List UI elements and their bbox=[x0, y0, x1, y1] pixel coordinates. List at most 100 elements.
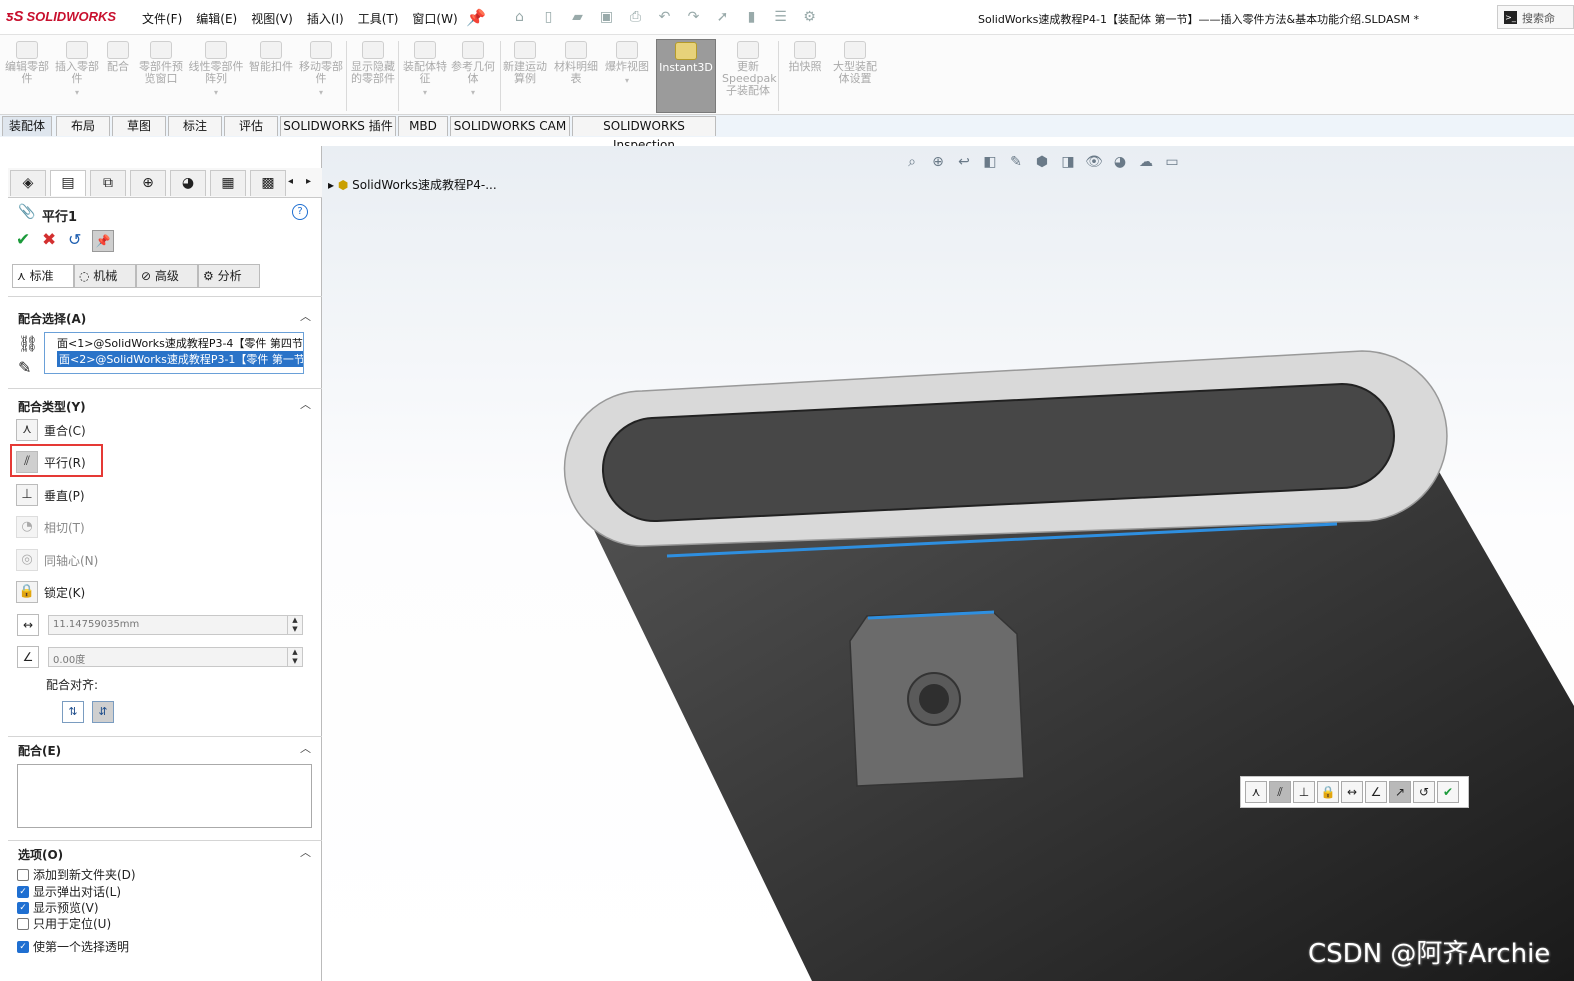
smart-fasteners-button[interactable]: 智能扣件 bbox=[248, 39, 294, 113]
tab-assembly[interactable]: 装配体 bbox=[2, 116, 52, 136]
open-file-icon[interactable]: ▰ bbox=[566, 8, 589, 26]
undo-icon[interactable]: ↺ bbox=[1413, 781, 1435, 803]
menu-tools[interactable]: 工具(T) bbox=[358, 10, 399, 27]
tab-solidworks-cam[interactable]: SOLIDWORKS CAM bbox=[450, 116, 570, 136]
feature-manager-tab[interactable]: ◈ bbox=[10, 170, 46, 196]
chevron-left-icon[interactable]: ◂ bbox=[288, 176, 293, 187]
perpendicular-icon[interactable]: ⊥ bbox=[1293, 781, 1315, 803]
rebuild-icon[interactable]: ▮ bbox=[740, 8, 763, 26]
tab-solidworks-inspection[interactable]: SOLIDWORKS Inspection bbox=[572, 116, 716, 152]
subtab-analysis[interactable]: ⚙ 分析 bbox=[198, 264, 260, 288]
angle-icon[interactable]: ∠ bbox=[1365, 781, 1387, 803]
redo-icon[interactable]: ↷ bbox=[682, 8, 705, 26]
collapse-chevron-icon[interactable]: ︿ bbox=[300, 740, 311, 756]
collapse-chevron-icon[interactable]: ︿ bbox=[300, 844, 311, 860]
selection-item-face2[interactable]: 面<2>@SolidWorks速成教程P3-1【零件 第一节】 bbox=[57, 351, 303, 367]
move-component-button[interactable]: 移动零部件 ▾ bbox=[298, 39, 344, 113]
subtab-standard[interactable]: ⋏ 标准 bbox=[12, 264, 74, 288]
cancel-x-icon[interactable]: ✖ bbox=[42, 230, 56, 250]
subtab-mechanical[interactable]: ◌ 机械 bbox=[74, 264, 136, 288]
bill-of-materials-button[interactable]: 材料明细表 bbox=[553, 39, 599, 113]
update-speedpak-button[interactable]: 更新Speedpak子装配体 bbox=[722, 39, 777, 113]
lock-icon[interactable]: 🔒 bbox=[1317, 781, 1339, 803]
subtab-advanced[interactable]: ⊘ 高级 bbox=[136, 264, 198, 288]
new-motion-study-button[interactable]: 新建运动算例 bbox=[502, 39, 548, 113]
component-preview-button[interactable]: 零部件预览窗口 bbox=[138, 39, 184, 113]
large-assembly-settings-button[interactable]: 大型装配体设置 bbox=[832, 39, 878, 113]
new-file-icon[interactable]: ▯ bbox=[537, 8, 560, 26]
inspection-tab[interactable]: ▩ bbox=[250, 170, 286, 196]
angle-mate-icon[interactable]: ∠ bbox=[17, 646, 39, 668]
save-icon[interactable]: ▣ bbox=[595, 8, 618, 26]
property-manager-tab[interactable]: ▤ bbox=[50, 170, 86, 196]
collapse-chevron-icon[interactable]: ︿ bbox=[300, 308, 311, 324]
insert-component-button[interactable]: 插入零部件 ▾ bbox=[54, 39, 100, 113]
mate-type-tangent[interactable]: ◔ 相切(T) bbox=[16, 515, 85, 539]
cam-tab[interactable]: ▦ bbox=[210, 170, 246, 196]
select-icon[interactable]: ➚ bbox=[711, 8, 734, 26]
instant3d-button[interactable]: Instant3D bbox=[656, 39, 716, 113]
menu-file[interactable]: 文件(F) bbox=[142, 10, 182, 27]
parallel-icon[interactable]: ⫽ bbox=[1269, 781, 1291, 803]
angle-input[interactable]: 0.00度 ▲ ▼ bbox=[48, 647, 303, 667]
chevron-right-icon[interactable]: ▸ bbox=[306, 176, 311, 187]
option-show-preview[interactable]: ✓ 显示预览(V) bbox=[17, 899, 99, 916]
show-hidden-components-button[interactable]: 显示隐藏的零部件 bbox=[350, 39, 396, 113]
tab-annotation[interactable]: 标注 bbox=[168, 116, 222, 136]
angle-spinner[interactable]: ▲ ▼ bbox=[287, 648, 302, 666]
reference-geometry-button[interactable]: 参考几何体 ▾ bbox=[450, 39, 496, 113]
dimxpert-tab[interactable]: ⊕ bbox=[130, 170, 166, 196]
distance-spinner[interactable]: ▲ ▼ bbox=[287, 616, 302, 634]
options-gear-icon[interactable]: ⚙ bbox=[798, 8, 821, 26]
tab-evaluate[interactable]: 评估 bbox=[224, 116, 278, 136]
file-properties-icon[interactable]: ☰ bbox=[769, 8, 792, 26]
mate-selections-list[interactable]: 面<1>@SolidWorks速成教程P3-4【零件 第四节】 面<2>@Sol… bbox=[44, 332, 304, 374]
configuration-manager-tab[interactable]: ⧉ bbox=[90, 170, 126, 196]
pin-icon[interactable]: 📌 bbox=[466, 8, 486, 27]
graphics-area[interactable]: ⌕ ⊕ ↩ ◧ ✎ ⬢ ◨ 👁 ◕ ☁ ▭ ▸ ⬢ SolidWorks速成教程… bbox=[322, 146, 1574, 981]
undo-icon[interactable]: ↶ bbox=[653, 8, 676, 26]
edit-component-button[interactable]: 编辑零部件 bbox=[4, 39, 50, 113]
mate-button[interactable]: 配合 bbox=[102, 39, 134, 113]
solidworks-logo[interactable]: ƽS SOLIDWORKS bbox=[6, 8, 116, 25]
coincident-icon[interactable]: ⋏ bbox=[1245, 781, 1267, 803]
keep-visible-pin-icon[interactable]: 📌 bbox=[92, 230, 114, 252]
exploded-view-button[interactable]: 爆炸视图 ▾ bbox=[604, 39, 650, 113]
aligned-icon[interactable]: ⇅ bbox=[62, 701, 84, 723]
menu-insert[interactable]: 插入(I) bbox=[307, 10, 344, 27]
assembly-features-button[interactable]: 装配体特征 ▾ bbox=[402, 39, 448, 113]
tab-layout[interactable]: 布局 bbox=[56, 116, 110, 136]
option-show-popup-dialog[interactable]: ✓ 显示弹出对话(L) bbox=[17, 883, 121, 900]
mate-type-perpendicular[interactable]: ⊥ 垂直(P) bbox=[16, 483, 85, 507]
collapse-chevron-icon[interactable]: ︿ bbox=[300, 396, 311, 412]
display-manager-tab[interactable]: ◕ bbox=[170, 170, 206, 196]
mate-type-concentric[interactable]: ◎ 同轴心(N) bbox=[16, 548, 98, 572]
ok-check-icon[interactable]: ✔ bbox=[1437, 781, 1459, 803]
anti-aligned-icon[interactable]: ⇵ bbox=[92, 701, 114, 723]
mates-list[interactable] bbox=[17, 764, 312, 828]
selection-item-face1[interactable]: 面<1>@SolidWorks速成教程P3-4【零件 第四节】 bbox=[57, 335, 303, 351]
help-icon[interactable]: ? bbox=[292, 204, 308, 220]
take-snapshot-button[interactable]: 拍快照 bbox=[782, 39, 828, 113]
distance-icon[interactable]: ↔ bbox=[1341, 781, 1363, 803]
menu-edit[interactable]: 编辑(E) bbox=[196, 10, 237, 27]
option-positioning-only[interactable]: 只用于定位(U) bbox=[17, 915, 111, 932]
menu-window[interactable]: 窗口(W) bbox=[412, 10, 457, 27]
search-box[interactable]: >_ 搜索命 bbox=[1497, 5, 1574, 29]
distance-input[interactable]: 11.14759035mm ▲ ▼ bbox=[48, 615, 303, 635]
home-icon[interactable]: ⌂ bbox=[508, 8, 531, 26]
mate-type-coincident[interactable]: ⋏ 重合(C) bbox=[16, 418, 86, 442]
print-icon[interactable]: ⎙ bbox=[624, 8, 647, 26]
linear-pattern-button[interactable]: 线性零部件阵列 ▾ bbox=[188, 39, 244, 113]
distance-mate-icon[interactable]: ↔ bbox=[17, 614, 39, 636]
tab-sketch[interactable]: 草图 bbox=[112, 116, 166, 136]
option-add-to-new-folder[interactable]: 添加到新文件夹(D) bbox=[17, 866, 136, 883]
ok-check-icon[interactable]: ✔ bbox=[16, 230, 30, 250]
tab-mbd[interactable]: MBD bbox=[398, 116, 448, 136]
tab-solidworks-addins[interactable]: SOLIDWORKS 插件 bbox=[280, 116, 396, 136]
option-make-first-selection-transparent[interactable]: ✓ 使第一个选择透明 bbox=[17, 938, 129, 955]
undo-mate-icon[interactable]: ↺ bbox=[68, 230, 81, 249]
flip-alignment-icon[interactable]: ↗ bbox=[1389, 781, 1411, 803]
mate-type-lock[interactable]: 🔒 锁定(K) bbox=[16, 580, 85, 604]
menu-view[interactable]: 视图(V) bbox=[251, 10, 293, 27]
